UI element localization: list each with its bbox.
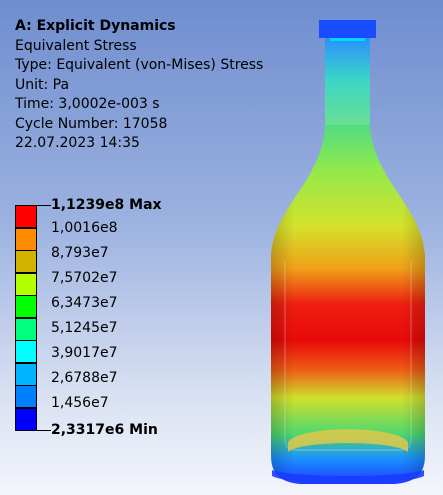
bottle-lip bbox=[319, 20, 376, 38]
bottle-lip-edge bbox=[330, 38, 365, 41]
stressed-bottle-geometry[interactable] bbox=[0, 0, 443, 495]
